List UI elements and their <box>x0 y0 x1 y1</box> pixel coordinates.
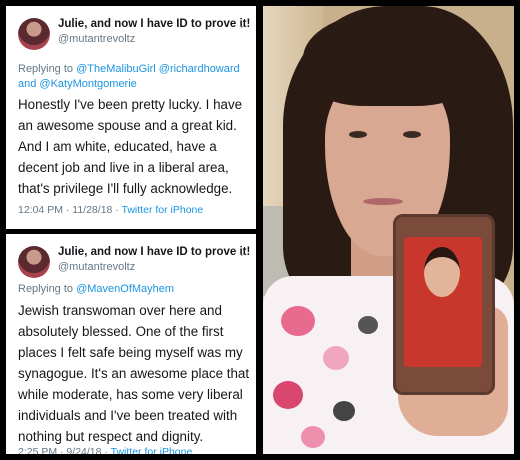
mouth <box>363 198 403 205</box>
tweet-meta: 12:04 PM · 11/28/18 · Twitter for iPhone <box>18 204 203 216</box>
tweet-card[interactable]: Julie, and now I have ID to prove it! @m… <box>6 234 256 454</box>
tweet-text: Jewish transwoman over here and absolute… <box>18 303 250 444</box>
timestamp[interactable]: 12:04 PM · 11/28/18 · <box>18 204 122 216</box>
display-name[interactable]: Julie, and now I have ID to prove it! <box>58 18 250 30</box>
reply-prefix: Replying to <box>18 63 77 75</box>
selfie-photo <box>263 6 514 454</box>
flower <box>273 381 303 409</box>
user-handle[interactable]: @mutantrevoltz <box>58 33 135 45</box>
reply-context: Replying to @TheMalibuGirl @richardhowar… <box>18 62 250 92</box>
phone-case-child <box>424 247 460 297</box>
right-eye <box>403 131 421 138</box>
flower <box>281 306 315 336</box>
chevron-down-icon[interactable]: ⌄ <box>238 20 246 31</box>
reply-prefix: Replying to <box>18 283 77 295</box>
flower <box>301 426 325 448</box>
flower <box>333 401 355 421</box>
tweet-source[interactable]: Twitter for iPhone <box>111 446 193 454</box>
reply-context: Replying to @MavenOfMayhem <box>18 282 250 297</box>
display-name[interactable]: Julie, and now I have ID to prove it! <box>58 246 250 258</box>
tweet-source[interactable]: Twitter for iPhone <box>122 204 204 216</box>
avatar[interactable] <box>18 18 50 50</box>
avatar[interactable] <box>18 246 50 278</box>
chevron-down-icon[interactable]: ⌄ <box>238 248 246 259</box>
bangs <box>303 11 478 106</box>
timestamp[interactable]: 2:25 PM · 9/24/18 · <box>18 446 111 454</box>
flower <box>358 316 378 334</box>
left-eye <box>349 131 367 138</box>
tweet-card[interactable]: Julie, and now I have ID to prove it! @m… <box>6 6 256 229</box>
reply-mentions[interactable]: @MavenOfMayhem <box>76 283 174 295</box>
phone-case <box>393 214 495 395</box>
tweet-text: Honestly I've been pretty lucky. I have … <box>18 97 243 196</box>
user-handle[interactable]: @mutantrevoltz <box>58 261 135 273</box>
flower <box>323 346 349 370</box>
phone-case-photo <box>404 237 482 367</box>
tweet-meta: 2:25 PM · 9/24/18 · Twitter for iPhone <box>18 446 192 454</box>
